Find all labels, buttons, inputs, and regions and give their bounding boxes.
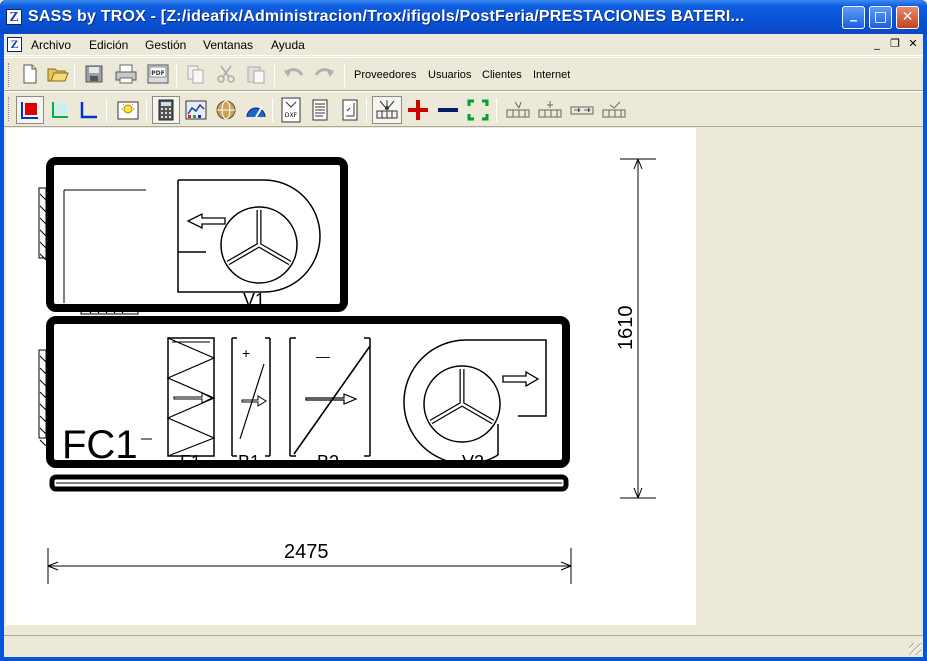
- dimension-icon[interactable]: [338, 98, 362, 122]
- dxf-label: DXF: [285, 112, 298, 119]
- fan-v1-scroll: [177, 179, 321, 293]
- toolbar-separator: [74, 63, 75, 87]
- minimize-icon: _: [850, 6, 857, 22]
- globe-icon[interactable]: [214, 98, 238, 122]
- dxf-export-icon[interactable]: DXF: [278, 96, 304, 124]
- mdi-close-button[interactable]: ✕: [906, 37, 920, 51]
- document-system-icon[interactable]: Z: [7, 37, 22, 52]
- menu-bar: Z Archivo Edición Gestión Ventanas Ayuda…: [4, 34, 923, 56]
- toolbar-separator: [366, 98, 367, 122]
- filter-f1-label: F1: [180, 452, 201, 472]
- heating-coil-b1: [231, 338, 271, 456]
- calculator-icon[interactable]: [152, 96, 180, 124]
- toolbar-grip[interactable]: [8, 63, 11, 87]
- gauge-icon[interactable]: [244, 98, 268, 122]
- red-square-icon[interactable]: [16, 96, 44, 124]
- section-d-icon[interactable]: [600, 98, 628, 122]
- pdf-icon[interactable]: PDF: [146, 62, 170, 86]
- width-dimension-value: 2475: [284, 541, 329, 563]
- window-title: SASS by TROX - [Z:/ideafix/Administracio…: [28, 8, 745, 25]
- toolbar-separator: [146, 98, 147, 122]
- drawing-canvas[interactable]: V1 FC1 F1 B1 B2 V2 + — 2475 1610: [6, 128, 696, 625]
- maximize-icon: □: [873, 9, 888, 25]
- toolbar-separator: [344, 63, 345, 87]
- workspace: V1 FC1 F1 B1 B2 V2 + — 2475 1610: [4, 128, 923, 634]
- redo-icon[interactable]: [312, 62, 336, 86]
- paste-icon[interactable]: [244, 62, 268, 86]
- section-c-icon[interactable]: [568, 98, 596, 122]
- toolbar-separator: [176, 63, 177, 87]
- open-folder-icon[interactable]: [46, 62, 70, 86]
- undo-icon[interactable]: [282, 62, 306, 86]
- unit-label: FC1: [62, 423, 138, 467]
- copy-icon[interactable]: [184, 62, 208, 86]
- print-icon[interactable]: [114, 62, 138, 86]
- maximize-button[interactable]: □: [869, 6, 892, 29]
- close-button[interactable]: ✕: [896, 6, 919, 29]
- svg-text:PDF: PDF: [151, 70, 164, 77]
- cooling-coil-b2: [289, 338, 371, 456]
- internet-button[interactable]: Internet: [533, 69, 570, 81]
- toolbar-separator: [274, 63, 275, 87]
- status-bar: [4, 635, 923, 657]
- window-border-right: [923, 34, 927, 661]
- cooling-sign: —: [316, 348, 330, 364]
- fit-green-icon[interactable]: [466, 98, 490, 122]
- standard-toolbar: PDF Proveedores Usuarios Clientes Intern…: [4, 57, 923, 91]
- drawing-toolbar: DXF: [4, 91, 923, 127]
- add-red-icon[interactable]: [406, 98, 430, 122]
- report-icon[interactable]: [308, 98, 332, 122]
- unit-drawing: V1 FC1 F1 B1 B2 V2 + — 2475 1610: [38, 157, 656, 584]
- toolbar-separator: [496, 98, 497, 122]
- window-border-bottom: [0, 657, 927, 661]
- upper-module-casing: [46, 157, 348, 312]
- lightbulb-icon[interactable]: [114, 96, 142, 124]
- menu-ventanas[interactable]: Ventanas: [203, 38, 253, 52]
- toolbar-separator: [272, 98, 273, 122]
- coil-b2-label: B2: [317, 452, 339, 472]
- menu-gestion[interactable]: Gestión: [145, 38, 186, 52]
- toolbar-grip[interactable]: [8, 97, 11, 121]
- menu-archivo[interactable]: Archivo: [31, 38, 71, 52]
- fan-v2-label: V2: [462, 452, 484, 472]
- blue-corner-icon[interactable]: [76, 98, 100, 122]
- light-section-icon[interactable]: [372, 96, 402, 124]
- new-document-icon[interactable]: [18, 62, 42, 86]
- lower-damper: [38, 349, 47, 447]
- title-bar[interactable]: Z SASS by TROX - [Z:/ideafix/Administrac…: [0, 0, 927, 34]
- chart-icon[interactable]: [184, 98, 208, 122]
- coil-b1-label: B1: [238, 452, 260, 472]
- fan-v1-label: V1: [243, 290, 265, 310]
- menu-ayuda[interactable]: Ayuda: [271, 38, 305, 52]
- mdi-restore-button[interactable]: ❐: [888, 37, 902, 51]
- heating-sign: +: [242, 345, 250, 361]
- section-a-icon[interactable]: [504, 98, 532, 122]
- client-area: Z Archivo Edición Gestión Ventanas Ayuda…: [4, 34, 923, 657]
- resize-grip-icon[interactable]: [909, 643, 921, 655]
- upper-damper: [38, 187, 47, 261]
- close-icon: ✕: [901, 9, 914, 25]
- axis-view-icon[interactable]: [48, 98, 72, 122]
- mdi-minimize-button[interactable]: _: [870, 37, 884, 51]
- fan-v2-scroll: [466, 339, 547, 417]
- clientes-button[interactable]: Clientes: [482, 69, 522, 81]
- height-dimension-value: 1610: [615, 306, 637, 351]
- save-icon[interactable]: [82, 62, 106, 86]
- minimize-button[interactable]: _: [842, 6, 865, 29]
- proveedores-button[interactable]: Proveedores: [354, 69, 416, 81]
- section-b-icon[interactable]: [536, 98, 564, 122]
- remove-navy-icon[interactable]: [436, 98, 460, 122]
- toolbar-separator: [106, 98, 107, 122]
- app-logo-icon[interactable]: Z: [6, 9, 22, 25]
- cut-icon[interactable]: [214, 62, 238, 86]
- app-window: Z SASS by TROX - [Z:/ideafix/Administrac…: [0, 0, 927, 661]
- menu-edicion[interactable]: Edición: [89, 38, 128, 52]
- usuarios-button[interactable]: Usuarios: [428, 69, 471, 81]
